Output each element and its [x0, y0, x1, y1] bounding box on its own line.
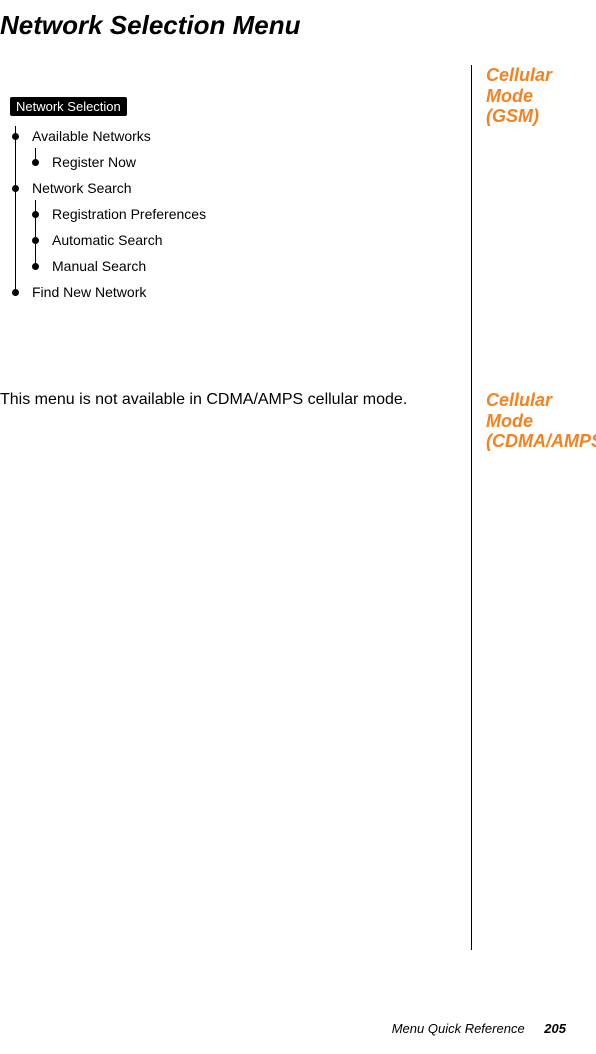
side-label-cdma: Cellular Mode (CDMA/AMPS) [486, 390, 566, 452]
menu-label: Find New Network [32, 284, 146, 300]
section-gsm: Network Selection Available Networks Reg… [0, 65, 566, 390]
menu-item-registration-preferences: Registration Preferences [32, 204, 457, 224]
menu-chip-network-selection: Network Selection [10, 97, 127, 116]
cdma-side-column: Cellular Mode (CDMA/AMPS) [471, 390, 566, 950]
page-footer: Menu Quick Reference 205 [392, 1021, 566, 1036]
menu-label: Network Search [32, 180, 132, 196]
page-title: Network Selection Menu [0, 10, 566, 41]
gsm-main-column: Network Selection Available Networks Reg… [0, 65, 471, 390]
page: Network Selection Menu Network Selection… [0, 0, 596, 1054]
cdma-not-available-text: This menu is not available in CDMA/AMPS … [0, 390, 457, 410]
menu-item-available-networks: Available Networks Register Now [12, 126, 457, 172]
section-cdma: This menu is not available in CDMA/AMPS … [0, 390, 566, 950]
footer-page-number: 205 [544, 1021, 566, 1036]
menu-label: Available Networks [32, 128, 151, 144]
menu-item-network-search: Network Search Registration Preferences … [12, 178, 457, 276]
cdma-main-column: This menu is not available in CDMA/AMPS … [0, 390, 471, 950]
side-label-gsm: Cellular Mode (GSM) [486, 65, 566, 127]
menu-item-register-now: Register Now [32, 152, 457, 172]
gsm-side-column: Cellular Mode (GSM) [471, 65, 566, 390]
menu-tree: Network Selection Available Networks Reg… [12, 101, 457, 302]
menu-subtree-available-networks: Register Now [32, 152, 457, 172]
menu-label: Manual Search [52, 258, 146, 274]
menu-item-find-new-network: Find New Network [12, 282, 457, 302]
menu-tree-root: Available Networks Register Now Network … [12, 126, 457, 302]
menu-label: Register Now [52, 154, 136, 170]
menu-item-manual-search: Manual Search [32, 256, 457, 276]
menu-item-automatic-search: Automatic Search [32, 230, 457, 250]
menu-label: Registration Preferences [52, 206, 206, 222]
footer-section: Menu Quick Reference [392, 1021, 525, 1036]
menu-label: Automatic Search [52, 232, 163, 248]
menu-subtree-network-search: Registration Preferences Automatic Searc… [32, 204, 457, 276]
